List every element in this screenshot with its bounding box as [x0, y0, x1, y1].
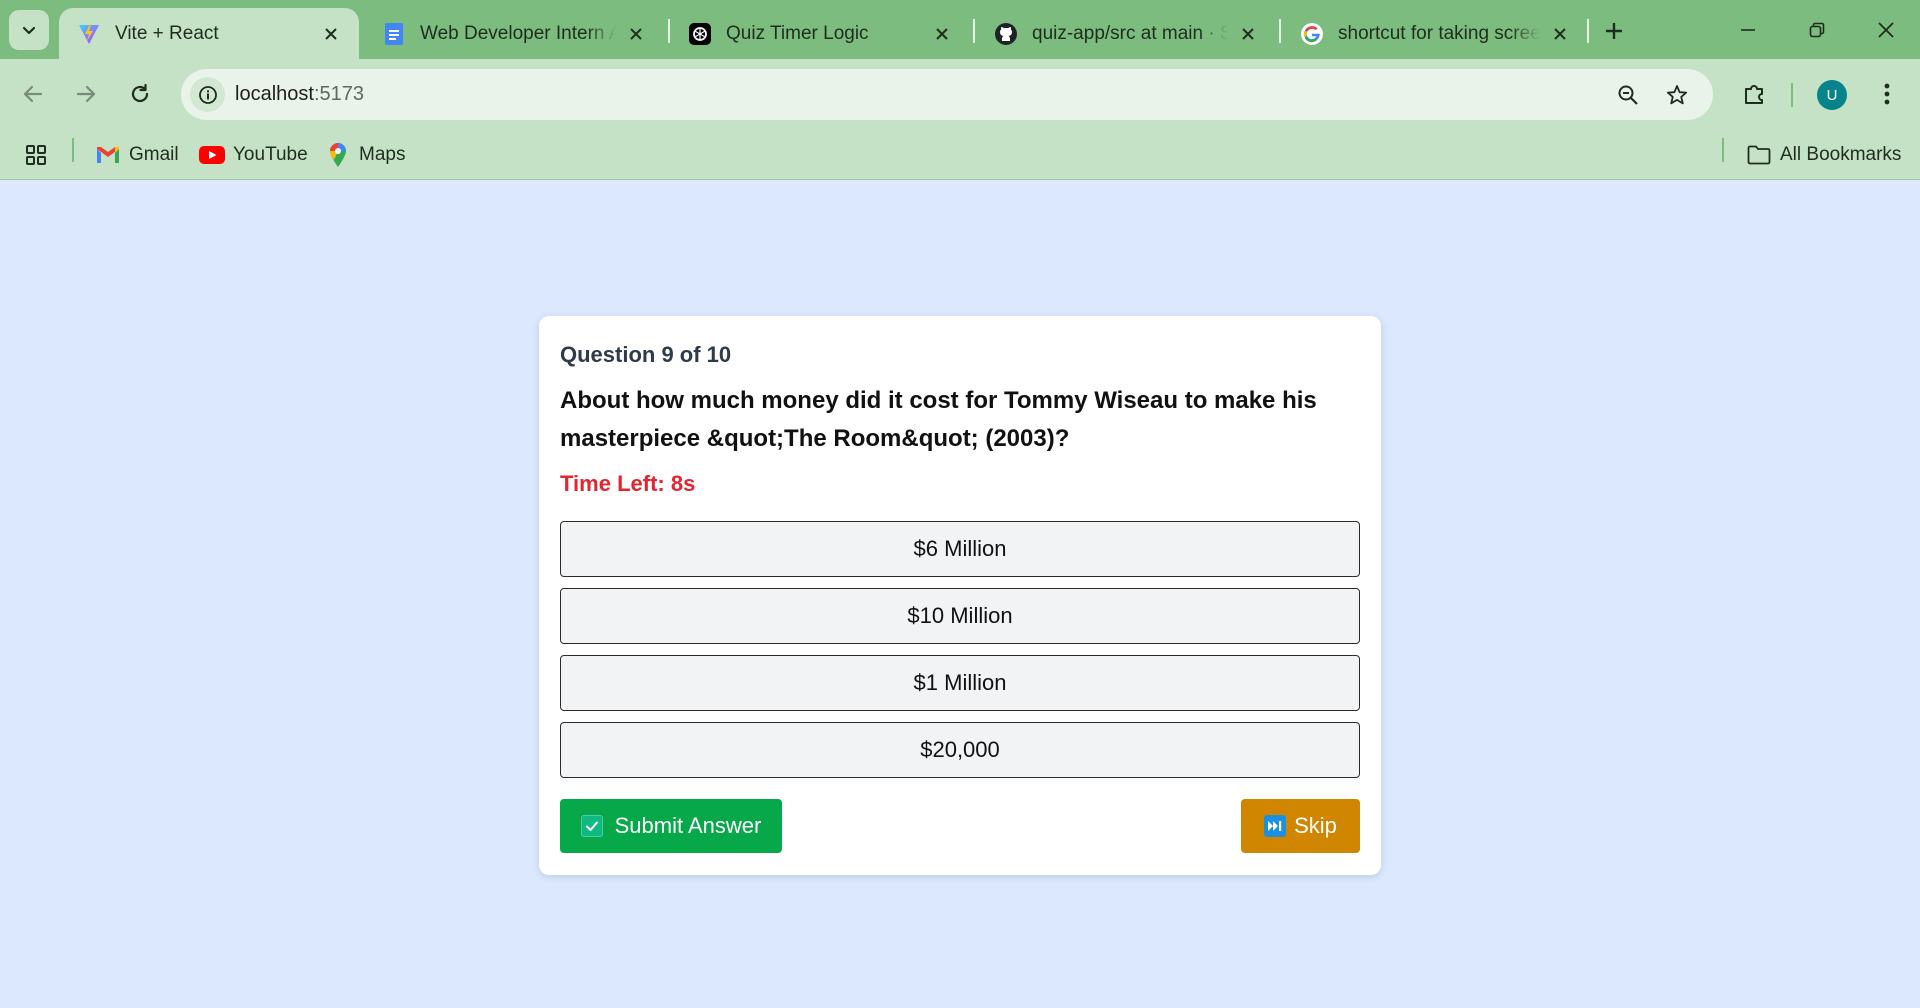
tab-quiz-timer-logic[interactable]: Quiz Timer Logic — [670, 8, 970, 59]
minimize-button[interactable] — [1723, 8, 1773, 52]
tab-github-quiz-app[interactable]: quiz-app/src at main · Sh — [976, 8, 1276, 59]
all-bookmarks-button[interactable]: All Bookmarks — [1746, 140, 1901, 170]
bookmark-label: Maps — [359, 144, 406, 165]
url-text[interactable]: localhost:5173 — [235, 83, 364, 106]
question-counter: Question 9 of 10 — [560, 342, 732, 367]
answer-option[interactable]: $20,000 — [560, 722, 1360, 778]
close-window-button[interactable] — [1861, 8, 1911, 52]
browser-menu-button[interactable] — [1868, 75, 1906, 113]
submit-answer-button[interactable]: Submit Answer — [560, 799, 782, 853]
tab-title: Quiz Timer Logic — [726, 22, 869, 44]
bookmarks-separator — [1722, 138, 1724, 162]
bookmarks-separator — [72, 138, 74, 162]
check-mark-icon — [580, 815, 603, 837]
youtube-icon — [199, 142, 225, 168]
folder-icon — [1746, 142, 1772, 168]
close-icon[interactable] — [622, 20, 650, 48]
url-port: :5173 — [313, 83, 364, 105]
bookmark-label: Gmail — [129, 144, 179, 165]
star-icon — [1666, 85, 1688, 105]
close-icon[interactable] — [1546, 20, 1574, 48]
reload-button[interactable] — [121, 75, 159, 113]
quiz-card: Question 9 of 10 About how much money di… — [539, 316, 1381, 875]
minimize-icon — [1741, 29, 1755, 31]
tab-title: Vite + React — [115, 22, 219, 44]
browser-toolbar: localhost:5173 U — [0, 59, 1920, 130]
back-button[interactable] — [14, 75, 52, 113]
tab-title: quiz-app/src at main · Sh — [1032, 22, 1228, 44]
zoom-out-icon — [1618, 85, 1638, 105]
bookmarks-bar: Gmail YouTube Maps All Bookmarks — [0, 130, 1920, 180]
kebab-menu-icon — [1884, 83, 1890, 105]
tab-separator — [973, 19, 975, 43]
tab-separator — [1587, 19, 1589, 43]
answer-option[interactable]: $1 Million — [560, 655, 1360, 711]
google-icon — [1300, 22, 1324, 46]
bookmark-maps[interactable]: Maps — [325, 140, 405, 170]
tab-web-developer-intern[interactable]: Web Developer Intern As — [364, 8, 664, 59]
zoom-button[interactable] — [1613, 80, 1643, 110]
toolbar-separator — [1791, 83, 1793, 107]
all-bookmarks-label: All Bookmarks — [1780, 144, 1902, 165]
tab-google-search[interactable]: shortcut for taking screen — [1282, 8, 1588, 59]
bookmark-label: YouTube — [233, 144, 308, 165]
url-host: localhost — [235, 83, 314, 105]
maps-icon — [325, 142, 351, 168]
question-text: About how much money did it cost for Tom… — [560, 387, 1317, 452]
tab-title: Web Developer Intern As — [420, 22, 616, 44]
new-tab-button[interactable] — [1598, 15, 1630, 47]
close-icon[interactable] — [928, 20, 956, 48]
skip-label: Skip — [1294, 813, 1337, 838]
restore-icon — [1809, 22, 1825, 38]
bookmark-star-button[interactable] — [1662, 80, 1692, 110]
info-icon — [198, 85, 217, 104]
fast-forward-icon — [1264, 815, 1287, 837]
vite-icon — [77, 22, 101, 46]
extensions-button[interactable] — [1735, 75, 1773, 113]
chatgpt-icon — [688, 22, 712, 46]
tab-separator — [1279, 19, 1281, 43]
apps-grid-icon — [26, 145, 46, 165]
close-icon[interactable] — [1234, 20, 1262, 48]
forward-button[interactable] — [67, 75, 105, 113]
apps-button[interactable] — [25, 140, 47, 170]
tab-search-button[interactable] — [9, 10, 49, 50]
submit-label: Submit Answer — [614, 813, 762, 838]
answer-option[interactable]: $6 Million — [560, 521, 1360, 577]
address-bar[interactable]: localhost:5173 — [181, 69, 1713, 120]
tab-vite-react[interactable]: Vite + React — [59, 8, 359, 59]
bookmark-gmail[interactable]: Gmail — [95, 140, 179, 170]
restore-button[interactable] — [1792, 8, 1842, 52]
skip-button[interactable]: Skip — [1241, 799, 1360, 853]
bookmark-youtube[interactable]: YouTube — [199, 140, 308, 170]
gmail-icon — [95, 142, 121, 168]
arrow-left-icon — [23, 85, 43, 103]
timer-text: Time Left: 8s — [560, 471, 696, 496]
github-icon — [994, 22, 1018, 46]
plus-icon — [1606, 23, 1622, 39]
google-docs-icon — [382, 22, 406, 46]
reload-icon — [131, 83, 149, 103]
answer-option[interactable]: $10 Million — [560, 588, 1360, 644]
tab-title: shortcut for taking screen — [1338, 22, 1540, 44]
profile-avatar[interactable]: U — [1817, 80, 1847, 110]
arrow-right-icon — [76, 85, 96, 103]
puzzle-icon — [1745, 85, 1763, 104]
chevron-down-icon — [22, 26, 36, 35]
close-icon — [1878, 22, 1894, 38]
site-info-button[interactable] — [190, 77, 225, 112]
close-icon[interactable] — [317, 20, 345, 48]
tab-strip: Vite + React Web Developer Intern As Qui… — [0, 0, 1920, 59]
